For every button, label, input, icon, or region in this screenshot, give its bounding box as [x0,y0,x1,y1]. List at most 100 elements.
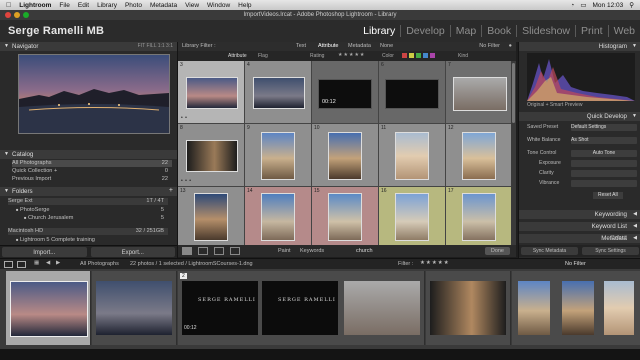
metadata-preset-select[interactable]: Default [523,235,627,241]
minimize-window-button[interactable] [14,12,20,18]
filter-tab-none[interactable]: None [380,43,393,49]
kind-filter-label[interactable]: Kind [458,53,468,59]
catalog-item-quick-collection[interactable]: Quick Collection + 0 [12,168,172,175]
filmstrip-thumbnail[interactable] [96,281,172,335]
filmstrip-cell[interactable] [340,271,425,345]
compare-view-icon[interactable] [214,247,224,255]
keyword-field[interactable]: church [356,248,373,254]
saved-preset-select[interactable]: Default Settings [571,124,637,131]
module-library[interactable]: Library [358,25,400,37]
photo-thumbnail[interactable] [462,193,496,241]
photo-thumbnail[interactable] [462,132,496,180]
catalog-item-previous-import[interactable]: Previous Import 22 [12,176,172,183]
navigator-preview[interactable] [18,54,170,134]
grid-cell-yellow-label[interactable]: 16 [379,187,446,245]
survey-view-icon[interactable] [230,247,240,255]
color-filter-label[interactable]: Color [382,53,394,59]
white-balance-select[interactable]: As Shot [571,137,637,144]
clarity-stepper[interactable] [571,170,637,177]
catalog-header[interactable]: ▼ Catalog [0,150,177,159]
keywording-header[interactable]: Keywording ◀ [519,210,640,219]
filter-preset-select[interactable]: No Filter [479,43,500,49]
module-book[interactable]: Book [481,25,516,37]
filmstrip-cell[interactable] [556,271,601,345]
filmstrip-rating-stars-icon[interactable]: ★★★★★ [420,260,450,266]
wifi-icon[interactable]: ◔ [570,2,574,9]
histogram[interactable] [527,53,635,101]
volume-macintosh-hd[interactable]: Macintosh HD 32 / 251GB [8,228,168,235]
menu-window[interactable]: Window [207,2,230,9]
keywords-select[interactable]: Keywords [300,248,324,254]
grid-cell[interactable]: 3 • • [178,61,245,124]
menu-metadata[interactable]: Metadata [150,2,177,9]
color-label-red-icon[interactable] [402,53,407,58]
histogram-header[interactable]: Histogram ▼ [519,42,640,51]
menu-view[interactable]: View [185,2,199,9]
sync-settings-button[interactable]: Sync Settings [582,247,639,255]
menu-help[interactable]: Help [238,2,251,9]
keyword-list-header[interactable]: Keyword List ◀ [519,222,640,231]
grid-cell[interactable]: 12 [446,124,513,187]
painter-label[interactable]: Paint [278,248,291,254]
folder-church-jerusalem[interactable]: ■ Church Jerusalem 5 [24,215,168,222]
navigator-zoom-options[interactable]: FIT FILL 1:1 3:1 [138,43,173,49]
grid-icon[interactable]: ▦ [34,260,39,266]
import-button[interactable]: Import... [2,247,87,257]
back-arrow-icon[interactable]: ◀ [46,260,50,266]
loupe-view-icon[interactable] [198,247,208,255]
grid-cell-yellow-label[interactable]: 17 [446,187,513,245]
color-label-blue-icon[interactable] [423,53,428,58]
photo-thumbnail[interactable] [253,77,305,109]
zoom-1-1[interactable]: 1:1 [158,43,165,49]
exposure-stepper[interactable] [571,160,637,167]
filmstrip-cell[interactable] [512,271,557,345]
flag-filter-label[interactable]: Flag [258,53,268,59]
menu-library[interactable]: Library [97,2,117,9]
color-label-yellow-icon[interactable] [409,53,414,58]
grid-view-icon[interactable] [182,247,192,255]
grid-cell[interactable]: 4 [245,61,312,124]
done-button[interactable]: Done [484,247,510,255]
main-window-icon[interactable] [4,261,13,268]
photo-thumbnail[interactable] [194,193,228,241]
spotlight-icon[interactable]: ⚲ [629,1,634,9]
volume-serge-ext[interactable]: Serge Ext 1T / 4T [8,198,168,205]
grid-scrollbar[interactable] [511,61,516,245]
filmstrip-cell[interactable] [600,271,640,345]
rating-stars-icon[interactable]: ★★★★★ [338,52,365,58]
zoom-fill[interactable]: FILL [146,43,156,49]
apple-icon[interactable]:  [6,2,11,9]
export-button[interactable]: Export... [90,247,175,257]
filmstrip-filter-select[interactable]: No Filter [565,261,586,267]
filmstrip-thumbnail[interactable] [562,281,594,335]
menu-edit[interactable]: Edit [78,2,89,9]
video-thumbnail[interactable]: SERGE RAMELLI 00:12 [182,281,258,335]
photo-thumbnail[interactable] [453,77,507,111]
auto-tone-button[interactable]: Auto Tone [571,150,637,157]
grid-cell[interactable]: 5 00:12 [312,61,379,124]
photo-thumbnail[interactable] [328,193,362,241]
filmstrip-cell[interactable] [92,271,177,345]
scrollbar-thumb[interactable] [512,63,515,123]
add-folder-icon[interactable]: + [169,187,173,194]
photo-thumbnail[interactable] [395,132,429,180]
grid-cell[interactable]: 8 • • • [178,124,245,187]
module-print[interactable]: Print [575,25,608,37]
photo-thumbnail[interactable] [186,140,238,172]
folders-header[interactable]: ▼ Folders + [0,187,177,196]
photo-thumbnail[interactable] [186,77,238,109]
grid-cell[interactable]: 6 [379,61,446,124]
quick-develop-header[interactable]: Quick Develop ▼ [519,112,640,121]
filmstrip-thumbnail[interactable] [604,281,634,335]
forward-arrow-icon[interactable]: ▶ [56,260,60,266]
photo-thumbnail[interactable] [261,132,295,180]
clock-text[interactable]: Mon 12:03 [593,2,624,9]
module-map[interactable]: Map [449,25,481,37]
grid-cell[interactable]: 9 [245,124,312,187]
grid-cell[interactable]: 13 [178,187,245,245]
filmstrip-thumbnail[interactable] [10,281,88,337]
rating-filter-label[interactable]: Rating [310,53,324,59]
metadata-header[interactable]: Metadata ◀ Default [519,234,640,243]
zoom-window-button[interactable] [23,12,29,18]
reset-all-button[interactable]: Reset All [593,192,623,199]
